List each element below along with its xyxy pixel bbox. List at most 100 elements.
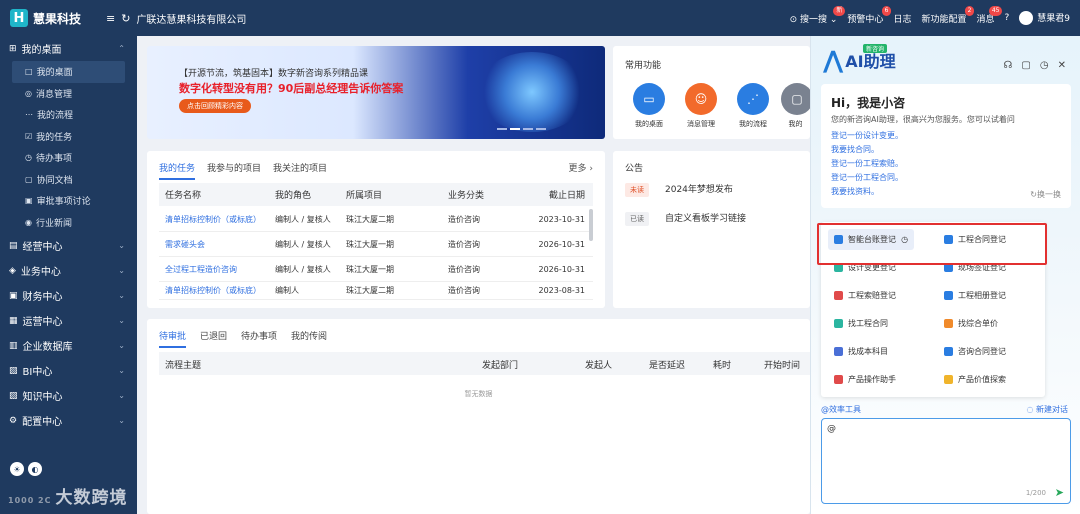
sidebar-group-database[interactable]: ▥ 企业数据库 ⌄ [0,333,137,358]
efficiency-tools-link[interactable]: @效率工具 [821,404,861,415]
suggestion-link[interactable]: 登记一份设计变更。 [831,129,1061,143]
sidebar-group-bi[interactable]: ▧ BI中心 ⌄ [0,358,137,383]
sidebar-group-finance[interactable]: ▣ 财务中心 ⌄ [0,283,137,308]
sidebar-group-config[interactable]: ⚙ 配置中心 ⌄ [0,408,137,433]
database-icon: ▥ [9,340,18,351]
doc-icon: ▢ [781,83,810,115]
approvals-card: 待审批 已退回 待办事项 我的传阅 流程主题 发起部门 发起人 是否延迟 耗时 … [147,319,810,514]
help-icon[interactable]: ? [1004,13,1009,23]
unread-badge: 未读 [625,183,649,197]
theme-icon[interactable]: ◐ [28,462,42,476]
read-badge: 已读 [625,212,649,226]
table-row[interactable]: 全过程工程造价咨询 编制人 / 复核人 珠江大厦一期 造价咨询 2026-10-31 [159,257,593,282]
sidebar-item-tasks[interactable]: ☑ 我的任务 [0,126,137,148]
log-link[interactable]: 日志 [893,12,911,25]
notice-item[interactable]: 2024年梦想发布 [665,182,733,195]
grid-icon: ⊞ [9,43,17,54]
sidebar-item-desktop[interactable]: □ 我的桌面 [12,61,125,83]
menu-item-album-register[interactable]: 工程相册登记 [944,290,1006,301]
notice-title: 公告 [625,164,644,174]
logo[interactable]: H 慧果科技 [0,9,100,27]
app-my-more[interactable]: ▢ 我的 [781,83,810,129]
menu-item-find-contract[interactable]: 找工程合同 [834,318,888,329]
new-chat-button[interactable]: ◌ 新建对话 [1026,404,1068,415]
tab-my-tasks[interactable]: 我的任务 [159,161,196,180]
sidebar-group-business[interactable]: ▤ 经营中心 ⌄ [0,233,137,258]
business-icon: ▤ [9,240,18,251]
send-icon[interactable]: ➤ [1055,486,1064,499]
menu-item-claim-register[interactable]: 工程索赔登记 [834,290,896,301]
suggestion-link[interactable]: 登记一份工程合同。 [831,171,1061,185]
watermark: 1000 2C 大数跨境 [8,488,128,508]
search-menu[interactable]: ⊙ 搜一搜 ⌄ 新 [790,5,846,25]
close-icon[interactable]: ✕ [1058,60,1066,71]
tab-followed-projects[interactable]: 我关注的项目 [273,161,327,180]
tab-circulated[interactable]: 我的传阅 [291,329,327,348]
table-row[interactable]: 清单招标控制价（或标底） 编制人 / 复核人 珠江大厦二期 造价咨询 2023-10-3… [159,207,593,232]
tab-participated-projects[interactable]: 我参与的项目 [207,161,261,180]
approvals-table-header: 流程主题 发起部门 发起人 是否延迟 耗时 开始时间 [159,352,810,375]
menu-item-product-value[interactable]: 产品价值探索 [944,374,1006,385]
layers-icon: ◈ [9,265,16,276]
banner-subtitle: 【开源节流，筑基固本】数字新咨询系列精品课 [179,69,369,79]
chat-icon[interactable]: ▢ [1021,60,1030,71]
headset-icon[interactable]: ☊ [1004,60,1013,71]
suggestion-link[interactable]: 我要找合同。 [831,143,1061,157]
menu-item-find-unit-price[interactable]: 找综合单价 [944,318,998,329]
sidebar-item-docs[interactable]: ▢ 协同文档 [0,169,137,191]
user-menu[interactable]: 慧果君9 [1019,11,1070,26]
book-icon: ▨ [9,390,18,401]
news-icon: ◉ [25,217,32,227]
chat-input[interactable]: @ 1/200 ➤ [821,418,1071,504]
tab-todo[interactable]: 待办事项 [241,329,277,348]
menu-item-find-cost-subject[interactable]: 找成本科目 [834,346,888,357]
table-row[interactable]: 需求碰头会 编制人 / 复核人 珠江大厦一期 造价咨询 2026-10-31 [159,232,593,257]
greeting-title: Hi，我是小咨 [831,96,906,110]
banner-button[interactable]: 点击回顾精彩内容 [179,99,251,113]
sidebar-item-todo[interactable]: ◷ 待办事项 [0,147,137,169]
sidebar-item-flow[interactable]: ⋯ 我的流程 [0,104,137,126]
notice-card: 公告 未读 2024年梦想发布 已读 自定义看板学习链接 [613,151,810,308]
menu-item-consult-contract[interactable]: 咨询合同登记 [944,346,1006,357]
history-icon[interactable]: ◷ [1040,60,1049,71]
approval-tabs: 待审批 已退回 待办事项 我的传阅 [159,329,327,348]
new-feature-config[interactable]: 新功能配置 2 [921,5,975,25]
more-link[interactable]: 更多 › [569,161,593,174]
app-name: 慧果科技 [33,11,82,26]
sidebar-item-messages[interactable]: ◎ 消息管理 [0,83,137,105]
carousel-dots[interactable] [497,128,546,130]
app-my-desktop[interactable]: ▭ 我的桌面 [625,83,673,129]
tab-returned[interactable]: 已退回 [200,329,227,348]
ai-assistant-panel: ⋀ AI助理 新咨询 ☊ ▢ ◷ ✕ Hi，我是小咨 您的新咨询AI助理，很高兴… [810,36,1080,514]
sidebar-group-knowledge[interactable]: ▨ 知识中心 ⌄ [0,383,137,408]
promo-banner[interactable]: 【开源节流，筑基固本】数字新咨询系列精品课 数字化转型没有用？90后副总经理告诉… [147,46,605,139]
suggestion-link[interactable]: 我要找资料。 [831,185,1061,199]
refresh-icon[interactable]: ↻ [121,12,130,25]
desktop-icon: ▭ [633,83,665,115]
tab-pending-approval[interactable]: 待审批 [159,329,187,348]
doc-icon: ▢ [25,174,33,184]
sidebar-item-news[interactable]: ◉ 行业新闻 [0,212,137,234]
alert-center[interactable]: 预警中心 6 [847,5,892,25]
table-row[interactable]: 清单招标控制价（或标底） 编制人 珠江大厦二期 造价咨询 2023-08-31 [159,282,593,300]
helper-icon [834,375,843,384]
sidebar-group-operations[interactable]: ◈ 业务中心 ⌄ [0,258,137,283]
sidebar-item-approval-discussion[interactable]: ▣ 审批事项讨论 [0,190,137,212]
message-icon: ◎ [25,88,32,98]
ops-icon: ▦ [9,315,18,326]
tasks-card: 我的任务 我参与的项目 我关注的项目 更多 › 任务名称 我的角色 所属项目 业务分类… [147,151,605,308]
suggestion-link[interactable]: 登记一份工程索赔。 [831,157,1061,171]
scrollbar[interactable] [589,209,593,241]
menu-toggle-icon[interactable]: ≡ [106,12,115,25]
ai-logo: ⋀ AI助理 新咨询 [823,44,896,74]
notice-item[interactable]: 自定义看板学习链接 [665,211,746,224]
app-message-manage[interactable]: ☺ 消息管理 [677,83,725,129]
messages[interactable]: 消息 45 [976,5,1003,25]
sidebar-group-desktop[interactable]: ⊞ 我的桌面 ⌃ [0,36,137,61]
swap-button[interactable]: ↻换一换 [1030,189,1061,200]
logo-icon: H [10,9,28,27]
sidebar-group-ops-center[interactable]: ▦ 运营中心 ⌄ [0,308,137,333]
app-my-flow[interactable]: ⋰ 我的流程 [729,83,777,129]
bulb-icon[interactable]: ☀ [10,462,24,476]
menu-item-product-helper[interactable]: 产品操作助手 [834,374,896,385]
